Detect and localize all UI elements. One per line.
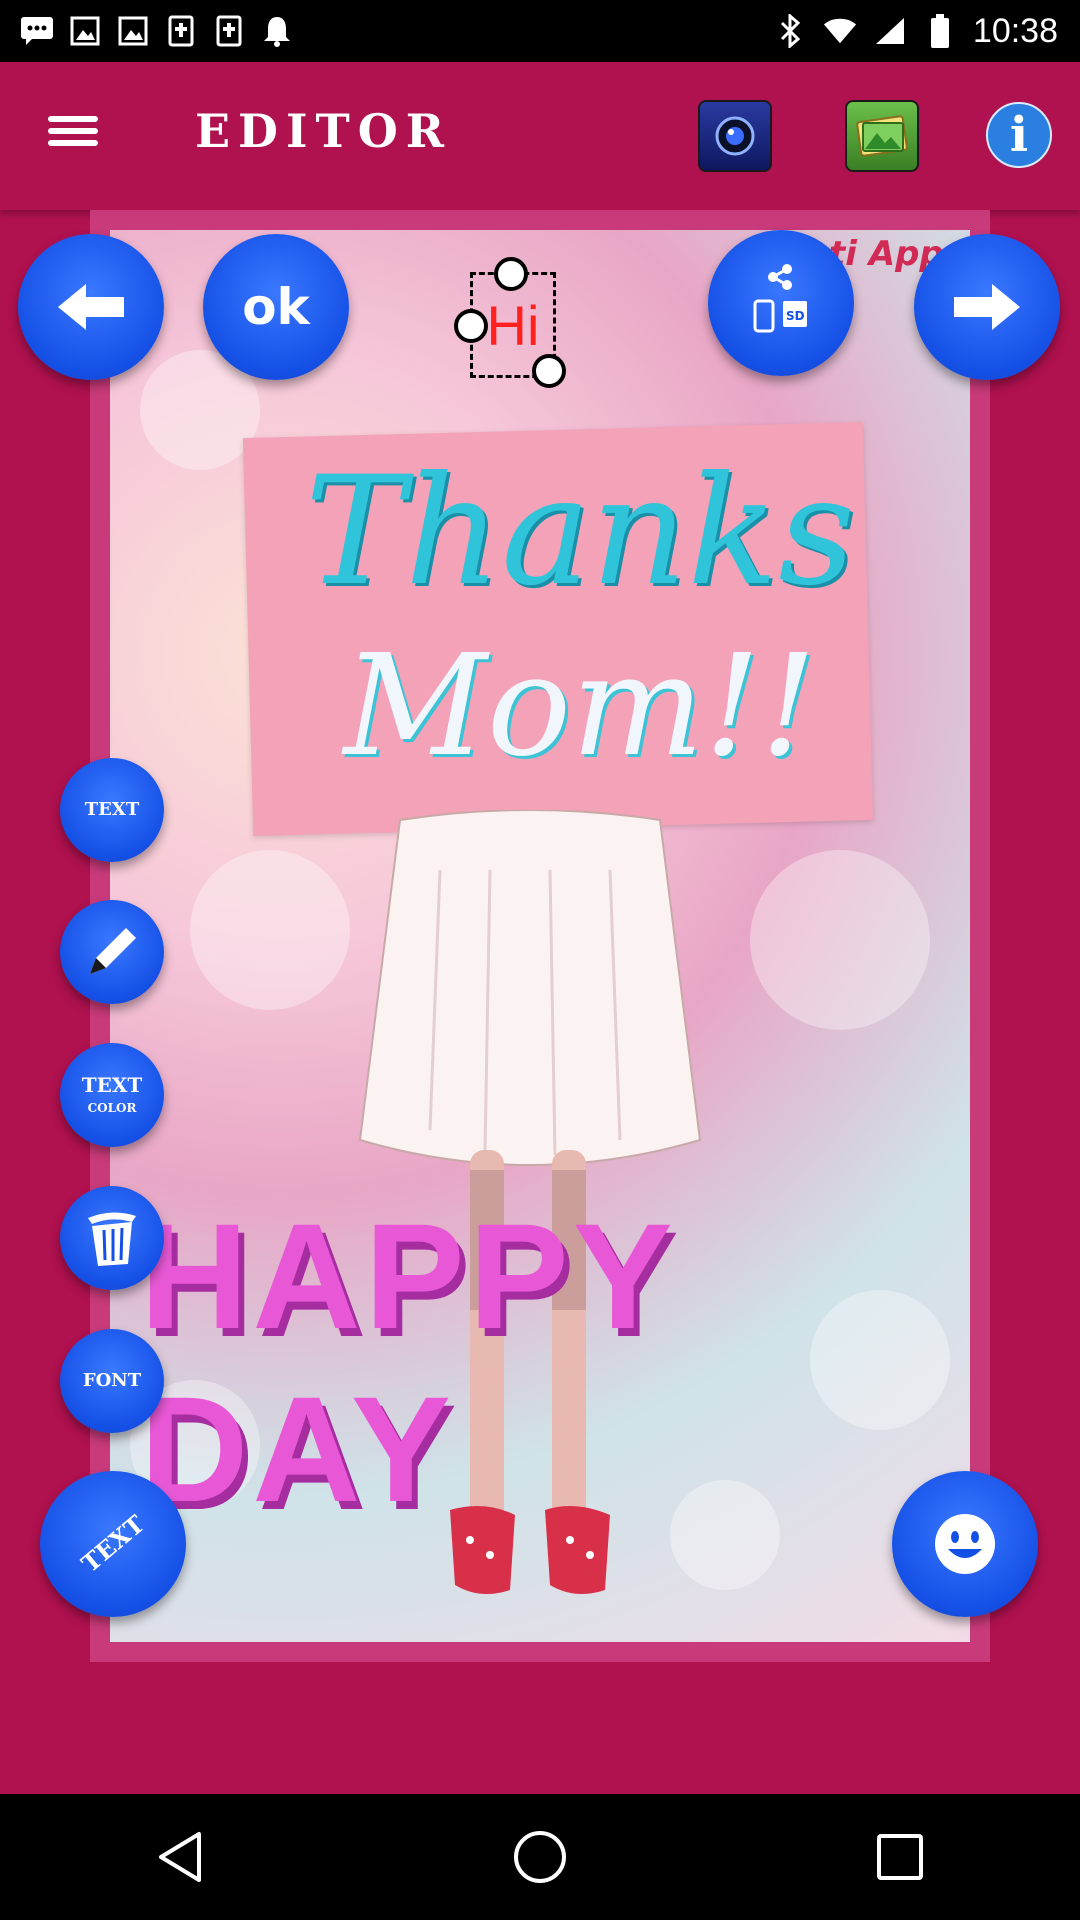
nav-home-button[interactable]: [490, 1807, 590, 1907]
square-recents-icon: [877, 1834, 923, 1880]
share-icon: SD: [753, 264, 807, 333]
sign-text-thanks: Thanks: [304, 445, 856, 619]
edit-text-button[interactable]: [60, 900, 164, 1004]
circle-home-icon: [514, 1831, 566, 1883]
page-title: EDITOR: [195, 104, 452, 158]
signal-icon: [873, 14, 907, 48]
font-label: FONT: [82, 1370, 142, 1392]
text-color-line2: COLOR: [87, 1100, 137, 1115]
font-button[interactable]: FONT: [60, 1329, 164, 1433]
bluetooth-icon: [773, 14, 807, 48]
info-button[interactable]: i: [986, 102, 1052, 168]
add-text-label: TEXT: [84, 799, 140, 821]
text-style-button[interactable]: TEXT: [40, 1471, 186, 1617]
status-bar: 10:38: [0, 0, 1080, 62]
message-icon: [20, 14, 54, 48]
rotate-handle[interactable]: [494, 257, 528, 291]
gallery-button[interactable]: [845, 100, 919, 172]
pencil-icon: [90, 928, 136, 974]
add-text-button[interactable]: TEXT: [60, 758, 164, 862]
notification-icon: [260, 14, 294, 48]
wifi-icon: [823, 14, 857, 48]
smiley-icon: [935, 1514, 995, 1574]
next-button[interactable]: [914, 234, 1060, 380]
battery-icon: [923, 14, 957, 48]
text-color-button[interactable]: TEXT COLOR: [60, 1043, 164, 1147]
back-button[interactable]: [18, 234, 164, 380]
status-bar-right: 10:38: [773, 12, 1080, 51]
gallery-icon: [856, 115, 908, 157]
text-color-label: TEXT COLOR: [82, 1074, 143, 1117]
sign-text-mom: Mom!!: [343, 625, 817, 788]
clock: 10:38: [972, 11, 1058, 50]
arrow-left-icon: [58, 284, 124, 330]
delete-button[interactable]: [60, 1186, 164, 1290]
card-image: Janti Apps Thanks Mom!! HAPPY DAY: [110, 230, 970, 1642]
share-save-button[interactable]: SD: [708, 230, 854, 376]
svg-text:SD: SD: [786, 309, 805, 323]
text-color-line1: TEXT: [81, 1072, 143, 1097]
app-bar: EDITOR i: [0, 62, 1080, 210]
image-icon: [116, 14, 150, 48]
card-canvas[interactable]: Janti Apps Thanks Mom!! HAPPY DAY: [90, 210, 990, 1662]
banner-text: HAPPY DAY: [140, 1192, 675, 1533]
resize-handle-corner[interactable]: [532, 354, 566, 388]
navigation-bar: [0, 1794, 1080, 1920]
sticker-text: Hi: [486, 293, 540, 357]
image-icon: [68, 14, 102, 48]
nav-recents-button[interactable]: [850, 1807, 950, 1907]
arrow-right-icon: [954, 284, 1020, 330]
menu-icon[interactable]: [40, 110, 106, 160]
resize-handle-left[interactable]: [454, 309, 488, 343]
triangle-back-icon: [159, 1832, 201, 1882]
document-icon: [164, 14, 198, 48]
bokeh-decoration: [750, 850, 930, 1030]
text-style-label: TEXT: [75, 1509, 150, 1578]
nav-back-button[interactable]: [130, 1807, 230, 1907]
trash-icon: [88, 1212, 136, 1266]
emoji-button[interactable]: [892, 1471, 1038, 1617]
document-icon: [212, 14, 246, 48]
camera-icon: [715, 116, 755, 156]
status-bar-left: [0, 14, 294, 48]
camera-button[interactable]: [698, 100, 772, 172]
ok-button[interactable]: ok: [203, 234, 349, 380]
